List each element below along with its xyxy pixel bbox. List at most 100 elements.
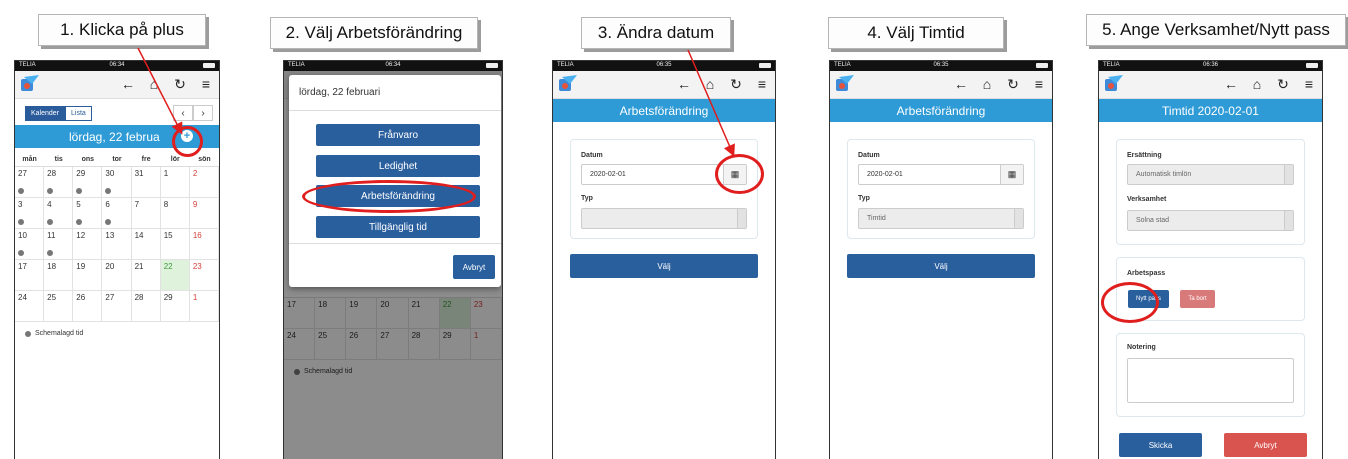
app-logo-icon [21,75,39,91]
clock: 06:35 [933,62,949,68]
calendar-day[interactable]: 7 [131,198,161,229]
date-value: 2020-02-01 [867,171,903,178]
next-day-button[interactable]: › [193,105,213,121]
date-field[interactable]: 2020-02-01 ▦ [581,164,747,185]
note-textarea[interactable] [1127,358,1294,403]
type-select[interactable]: Timtid [858,208,1024,229]
scheduled-dot-icon [47,250,54,256]
calendar-icon[interactable]: ▦ [1000,165,1023,184]
calendar-day[interactable]: 12 [73,229,103,260]
calendar-day[interactable]: 10 [15,229,45,260]
calendar-day[interactable]: 19 [73,260,103,291]
calendar-day[interactable]: 5 [73,198,103,229]
status-bar: TELIA 06:34 [284,61,502,71]
calendar-day[interactable]: 15 [160,229,190,260]
cancel-button[interactable]: Avbryt [453,255,495,279]
weekday-label: fre [141,156,151,163]
plus-icon[interactable]: + [181,130,193,142]
calendar-day[interactable]: 21 [131,260,161,291]
app-logo-icon [559,75,577,91]
status-bar: TELIA 06:35 [830,61,1052,71]
refresh-icon[interactable]: ↻ [1006,76,1020,92]
calendar-day[interactable]: 2 [189,167,219,198]
calendar-day[interactable]: 23 [189,260,219,291]
menu-icon[interactable]: ≡ [755,76,769,92]
calendar-day[interactable]: 9 [189,198,219,229]
calendar-day[interactable]: 16 [189,229,219,260]
calendar-day[interactable]: 20 [102,260,132,291]
back-icon[interactable]: ← [677,76,691,92]
calendar-day[interactable]: 11 [44,229,74,260]
battery-icon [486,63,498,68]
calendar-day[interactable]: 1 [160,167,190,198]
option-franvaro-button[interactable]: Frånvaro [316,124,480,146]
calendar-day[interactable]: 30 [102,167,132,198]
page-title: Timtid 2020-02-01 [1099,99,1322,122]
refresh-icon[interactable]: ↻ [729,76,743,92]
calendar-day[interactable]: 14 [131,229,161,260]
home-icon[interactable]: ⌂ [980,76,994,92]
calendar-day[interactable]: 17 [15,260,45,291]
step-5-caption: 5. Ange Verksamhet/Nytt pass [1086,14,1346,46]
option-tillganglig-tid-button[interactable]: Tillgänglig tid [316,216,480,238]
page-title: Arbetsförändring [553,99,775,122]
calendar-day[interactable]: 6 [102,198,132,229]
calendar-day[interactable]: 24 [15,291,45,322]
calendar-day[interactable]: 18 [44,260,74,291]
type-label: Typ [858,195,870,202]
option-arbetsforandring-button[interactable]: Arbetsförändring [316,185,480,207]
home-icon[interactable]: ⌂ [703,76,717,92]
calendar-day[interactable]: 8 [160,198,190,229]
status-bar: TELIA 06:36 [1099,61,1322,71]
calendar-day[interactable]: 3 [15,198,45,229]
clock: 06:34 [385,62,401,68]
calendar-day[interactable]: 29 [160,291,190,322]
remove-shift-button[interactable]: Ta bort [1180,290,1215,308]
option-ledighet-button[interactable]: Ledighet [316,155,480,177]
app-logo-icon [836,75,854,91]
calendar-day[interactable]: 29 [73,167,103,198]
menu-icon[interactable]: ≡ [199,76,213,92]
compensation-select[interactable]: Automatisk timlön [1127,164,1294,185]
organization-select[interactable]: Solna stad [1127,210,1294,231]
chevron-down-icon [1284,211,1293,230]
calendar-day[interactable]: 31 [131,167,161,198]
calendar-day[interactable]: 26 [73,291,103,322]
menu-icon[interactable]: ≡ [1032,76,1046,92]
menu-icon[interactable]: ≡ [1302,76,1316,92]
organization-label: Verksamhet [1127,196,1167,203]
calendar-day[interactable]: 28 [44,167,74,198]
select-button[interactable]: Välj [847,254,1035,278]
date-label: Datum [858,152,880,159]
calendar-day[interactable]: 28 [131,291,161,322]
refresh-icon[interactable]: ↻ [173,76,187,92]
step-2-caption: 2. Välj Arbetsförändring [270,17,478,49]
refresh-icon[interactable]: ↻ [1276,76,1290,92]
new-shift-button[interactable]: Nytt pass [1128,290,1169,308]
calendar-day[interactable]: 27 [15,167,45,198]
calendar-day[interactable]: 25 [44,291,74,322]
calendar-day[interactable]: 13 [102,229,132,260]
clock: 06:35 [656,62,672,68]
back-icon[interactable]: ← [954,76,968,92]
select-button[interactable]: Välj [570,254,758,278]
date-header: lördag, 22 februa + [15,125,219,148]
send-button[interactable]: Skicka [1119,433,1202,457]
calendar-day[interactable]: 22 [160,260,190,291]
type-select[interactable] [581,208,747,229]
home-icon[interactable]: ⌂ [1250,76,1264,92]
dialog-title: lördag, 22 februari [289,75,501,111]
calendar-day[interactable]: 27 [102,291,132,322]
back-icon[interactable]: ← [1224,76,1238,92]
calendar-day[interactable]: 1 [189,291,219,322]
scheduled-dot-icon [47,188,54,194]
calendar-icon[interactable]: ▦ [723,165,746,184]
date-field[interactable]: 2020-02-01 ▦ [858,164,1024,185]
home-icon[interactable]: ⌂ [147,76,161,92]
tab-lista[interactable]: Lista [65,106,92,121]
back-icon[interactable]: ← [121,76,135,92]
tab-kalender[interactable]: Kalender [25,106,66,121]
cancel-button[interactable]: Avbryt [1224,433,1307,457]
calendar-day[interactable]: 4 [44,198,74,229]
prev-day-button[interactable]: ‹ [173,105,193,121]
